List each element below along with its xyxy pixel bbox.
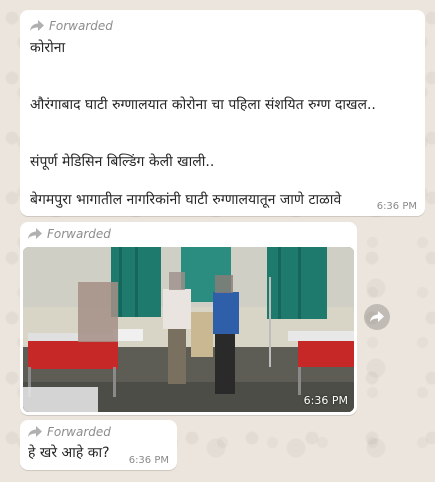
forward-arrow-icon: [28, 228, 42, 239]
message-line: बेगमपुरा भागातील नागरिकांनी घाटी रुग्णाल…: [30, 192, 342, 208]
message-time: 6:36 PM: [303, 394, 348, 407]
forward-arrow-icon: [30, 20, 44, 31]
share-arrow-icon: [370, 311, 384, 322]
message-bubble-text[interactable]: Forwarded कोरोना औरंगाबाद घाटी रुग्णालया…: [20, 10, 425, 216]
forwarded-label: Forwarded: [28, 425, 111, 439]
hospital-ward-image: [23, 247, 354, 412]
share-button[interactable]: [364, 304, 390, 330]
message-time: 6:36 PM: [376, 201, 417, 212]
message-line: कोरोना: [30, 40, 66, 56]
message-text: हे खरे आहे का?: [28, 445, 110, 461]
forwarded-label: Forwarded: [28, 227, 111, 241]
forwarded-label: Forwarded: [30, 19, 113, 33]
forward-arrow-icon: [28, 426, 42, 437]
message-photo[interactable]: 6:36 PM: [23, 247, 354, 412]
message-line: औरंगाबाद घाटी रुग्णालयात कोरोना चा पहिला…: [30, 97, 376, 113]
forwarded-text: Forwarded: [47, 227, 111, 241]
message-bubble-text[interactable]: Forwarded हे खरे आहे का? 6:36 PM: [20, 420, 177, 470]
forwarded-text: Forwarded: [47, 425, 111, 439]
message-bubble-image[interactable]: Forwarded 6:36 PM: [20, 222, 357, 415]
message-time: 6:36 PM: [128, 455, 169, 466]
message-line: संपूर्ण मेडिसिन बिल्डिंग केली खाली..: [30, 154, 215, 170]
forwarded-text: Forwarded: [49, 19, 113, 33]
